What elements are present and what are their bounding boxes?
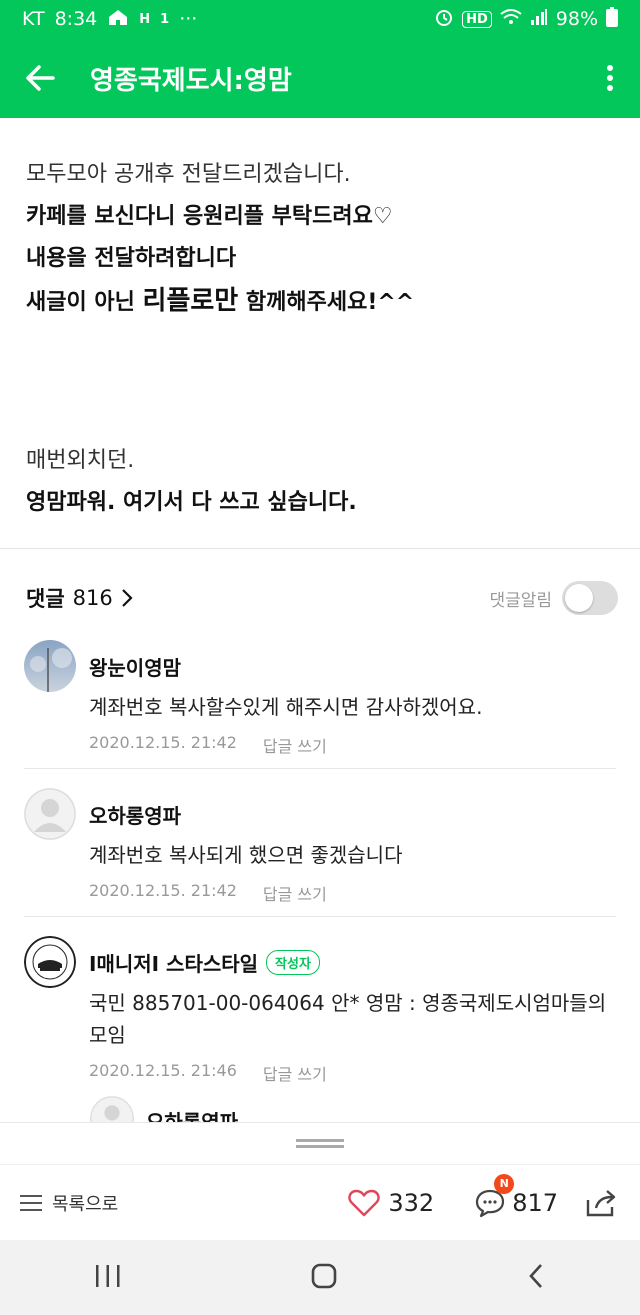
share-icon (586, 1189, 616, 1216)
divider (0, 548, 640, 549)
article-text: 함께해주세요!^^ (238, 290, 415, 315)
article-content: 모두모아 공개후 전달드리겠습니다. 카페를 보신다니 응원리플 부탁드려요♡ … (0, 118, 640, 524)
article-text: 새글이 아닌 (26, 290, 143, 315)
comment-item: 왕눈이영맘 계좌번호 복사할수있게 해주시면 감사하겠어요. 2020.12.1… (24, 640, 616, 770)
article-line: 모두모아 공개후 전달드리겠습니다. (26, 162, 351, 187)
menu-icon (20, 1194, 42, 1211)
home-button[interactable] (310, 1262, 338, 1294)
comment-item: 오하롱영파 계좌번호 복사되게 했으면 좋겠습니다 2020.12.15. 21… (24, 788, 616, 918)
comment-author-name[interactable]: I매니저I 스타스타일 (89, 948, 258, 977)
kebab-menu-icon (607, 65, 613, 91)
like-count: 332 (388, 1188, 435, 1217)
comment-date: 2020.12.15. 21:42 (89, 881, 237, 900)
comment-alarm-toggle[interactable] (562, 581, 618, 615)
comment-separator (24, 916, 616, 917)
battery-level: 98% (555, 8, 598, 30)
comment-separator (24, 768, 616, 769)
alarm-icon (434, 7, 454, 32)
reply-button[interactable]: 답글 쓰기 (263, 733, 327, 757)
comment-total-count: 817 (512, 1188, 558, 1217)
network-lte-icon: 1 (160, 11, 170, 27)
article-line: 매번외치던. (26, 448, 135, 473)
bottom-action-bar: 목록으로 332 N 817 (0, 1164, 640, 1240)
comment-alarm-label: 댓글알림 (489, 590, 552, 611)
comment-author[interactable]: 오하롱영파 (146, 1106, 238, 1122)
article-line: 새글이 아닌 리플로만 함께해주세요!^^ (26, 280, 614, 324)
more-notifications: ··· (179, 8, 198, 30)
article-line: 내용을 전달하려합니다 (26, 246, 237, 271)
back-button[interactable] (0, 38, 80, 118)
cafe-title[interactable]: 영종국제도시:영맘 (90, 60, 292, 97)
battery-icon (606, 6, 618, 32)
article-line: 영맘파워. 여기서 다 쓰고 싶습니다. (26, 490, 357, 515)
new-badge: N (494, 1173, 515, 1194)
comment-date: 2020.12.15. 21:46 (89, 1061, 237, 1080)
drag-handle-icon (296, 1138, 344, 1148)
reply-button[interactable]: 답글 쓰기 (263, 1061, 327, 1085)
recent-apps-button[interactable] (94, 1263, 122, 1293)
heart-icon (348, 1189, 381, 1216)
home-button-icon (311, 1263, 337, 1288)
author-badge: 작성자 (266, 950, 320, 975)
network-h-icon: H (139, 11, 151, 27)
comment-button[interactable]: N 817 (474, 1173, 558, 1218)
recent-apps-icon (96, 1264, 120, 1287)
arrow-left-icon (26, 65, 55, 91)
clock: 8:34 (54, 8, 98, 30)
avatar[interactable] (90, 1096, 134, 1122)
comment-reply-item: 오하롱영파 (90, 1096, 610, 1122)
comment-text: 국민 885701-00-064064 안* 영맘 : 영종국제도시엄마들의 모… (89, 991, 607, 1047)
chevron-right-icon[interactable] (121, 588, 133, 608)
list-label: 목록으로 (52, 1193, 119, 1215)
article-emphasis: 리플로만 (142, 286, 239, 316)
home-icon (107, 8, 129, 31)
system-nav-bar (0, 1240, 640, 1315)
carrier: KT (22, 8, 45, 30)
comments-count[interactable]: 816 (73, 586, 113, 610)
reply-button[interactable]: 답글 쓰기 (263, 881, 327, 905)
comment-author[interactable]: 오하롱영파 (89, 800, 616, 829)
app-bar: 영종국제도시:영맘 (0, 38, 640, 118)
list-button[interactable]: 목록으로 (20, 1190, 118, 1216)
comments-label[interactable]: 댓글 (26, 583, 65, 613)
avatar[interactable] (24, 936, 76, 988)
comments-header: 댓글 816 댓글알림 (26, 580, 618, 616)
share-button[interactable] (584, 1188, 618, 1218)
signal-icon (530, 8, 548, 31)
comment-date: 2020.12.15. 21:42 (89, 733, 237, 752)
avatar[interactable] (24, 640, 76, 692)
status-bar: KT 8:34 H 1 ··· HD 98% (0, 0, 640, 38)
article-line: 카페를 보신다니 응원리플 부탁드려요♡ (26, 204, 393, 229)
comment-text: 계좌번호 복사할수있게 해주시면 감사하겠어요. (89, 695, 483, 719)
more-menu-button[interactable] (580, 38, 640, 118)
comment-author: I매니저I 스타스타일 작성자 (89, 948, 616, 977)
comment-author[interactable]: 왕눈이영맘 (89, 652, 616, 681)
back-nav-button[interactable] (526, 1262, 546, 1294)
hd-icon: HD (462, 10, 492, 28)
comment-item: I매니저I 스타스타일 작성자 국민 885701-00-064064 안* 영… (24, 936, 616, 1096)
avatar[interactable] (24, 788, 76, 840)
wifi-icon (500, 8, 522, 31)
chevron-left-icon (529, 1263, 542, 1288)
drag-handle[interactable] (0, 1122, 640, 1164)
like-button[interactable]: 332 (348, 1189, 434, 1217)
comment-text: 계좌번호 복사되게 했으면 좋겠습니다 (89, 843, 403, 867)
